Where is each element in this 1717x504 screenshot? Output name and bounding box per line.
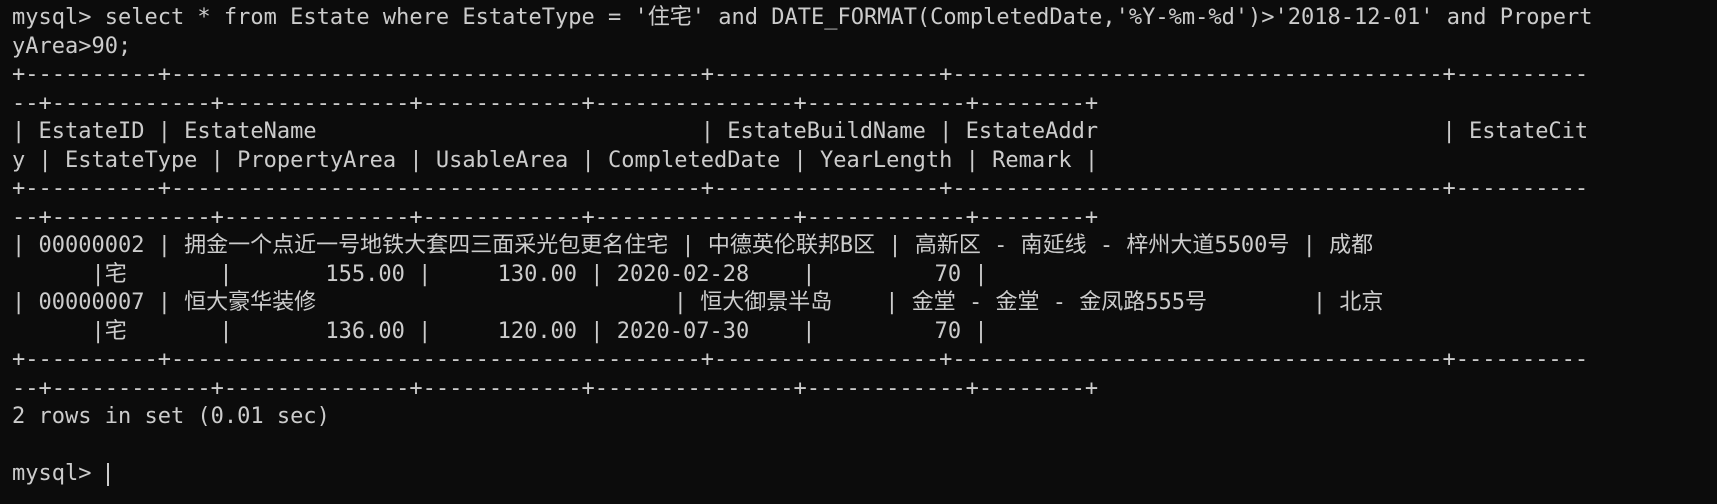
table-row-2: | 00000007 | 恒大豪华装修 | 恒大御景半岛 | 金堂 - 金堂 -… [12, 290, 1384, 315]
prompt-line[interactable]: mysql> [12, 460, 1717, 489]
table-row-2-wrap: |宅 | 136.00 | 120.00 | 2020-07-30 | 70 | [12, 318, 988, 344]
sql-query-line-1: mysql> select * from Estate where Estate… [12, 5, 1593, 30]
sql-query-line-2: yArea>90; [12, 33, 132, 59]
table-border-top: +----------+----------------------------… [12, 62, 1589, 87]
table-row-1-wrap: |宅 | 155.00 | 130.00 | 2020-02-28 | 70 | [12, 261, 988, 287]
table-border-bottom: +----------+----------------------------… [12, 347, 1589, 372]
table-header-separator-wrap: --+------------+--------------+---------… [12, 204, 1099, 230]
table-border-top-wrap: --+------------+--------------+---------… [12, 90, 1099, 116]
table-row-1: | 00000002 | 拥金一个点近一号地铁大套四三面采光包更名住宅 | 中德… [12, 233, 1374, 258]
result-summary: 2 rows in set (0.01 sec) [12, 404, 330, 429]
text-cursor [106, 462, 109, 486]
table-header-row-wrap: y | EstateType | PropertyArea | UsableAr… [12, 147, 1099, 173]
table-header-row: | EstateID | EstateName | EstateBuildNam… [12, 119, 1589, 144]
mysql-prompt: mysql> [12, 461, 105, 486]
table-header-separator: +----------+----------------------------… [12, 176, 1589, 201]
table-border-bottom-wrap: --+------------+--------------+---------… [12, 375, 1099, 401]
terminal-window[interactable]: mysql> select * from Estate where Estate… [0, 0, 1717, 504]
